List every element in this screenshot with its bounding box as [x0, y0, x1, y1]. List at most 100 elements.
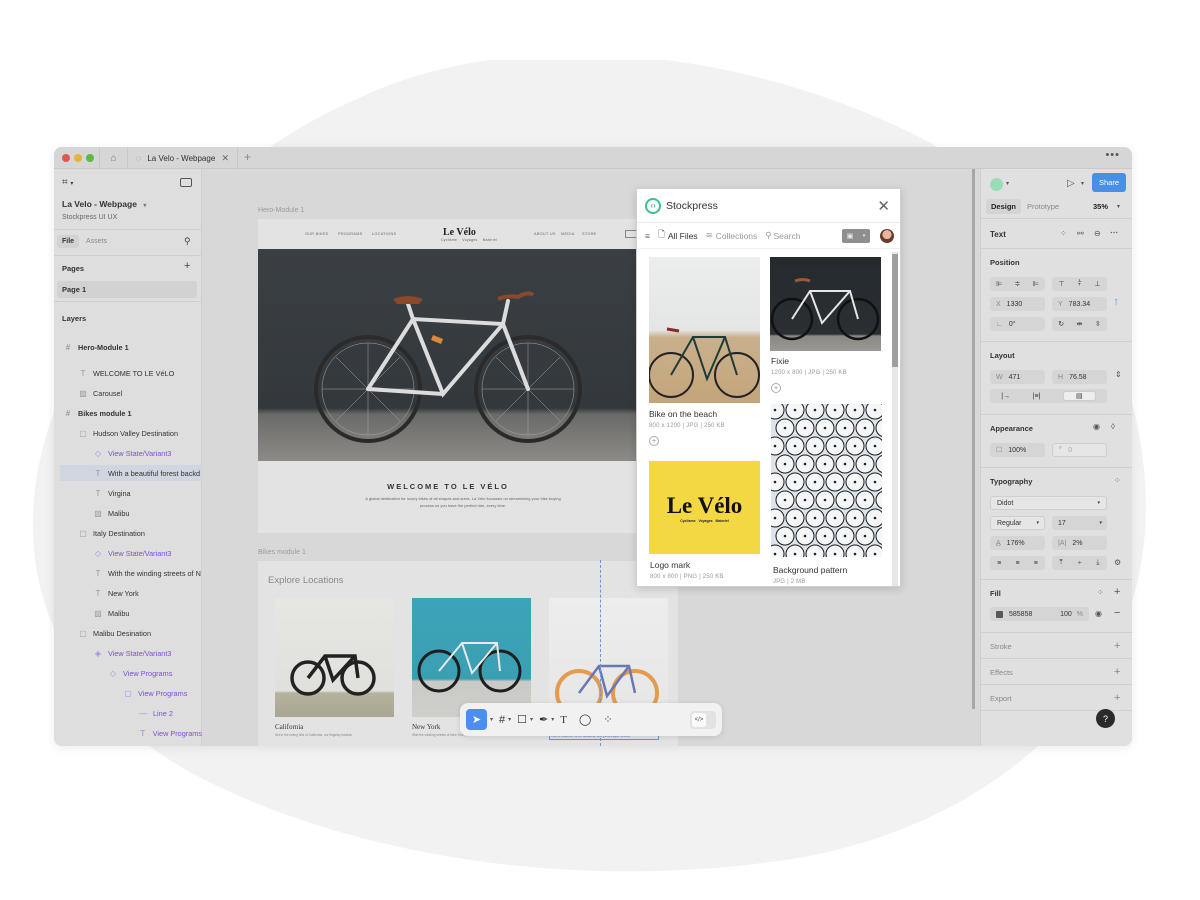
resize-icon[interactable]: ⇕ [1115, 370, 1122, 379]
add-export-icon[interactable]: + [1114, 692, 1120, 704]
flip-vertical-icon[interactable]: ⇳ [1095, 320, 1101, 328]
present-play-icon[interactable]: ▷ [1067, 178, 1075, 189]
layer-item[interactable]: ▨ Malibu [54, 505, 202, 521]
blend-drop-icon[interactable]: ◊ [1111, 422, 1115, 431]
fill-swatch[interactable] [996, 610, 1003, 618]
add-to-canvas-icon[interactable]: + [771, 383, 781, 393]
layer-item[interactable]: T New York [54, 585, 202, 601]
font-size-field[interactable]: 17 ▾ [1052, 516, 1107, 530]
corner-radius-field[interactable]: ⌜ 0 [1052, 443, 1107, 457]
collections-tab[interactable]: ≋ Collections [706, 230, 758, 241]
pen-tool-button[interactable]: ✒ [539, 709, 548, 730]
letter-spacing-field[interactable]: |A| 2% [1052, 536, 1107, 550]
detach-icon[interactable]: ⊖ [1094, 229, 1101, 238]
chevron-down-icon[interactable]: ▾ [490, 716, 493, 723]
height-field[interactable]: H 76.58 [1052, 370, 1107, 384]
save-dropdown-button[interactable]: ▣ ▾ [842, 228, 870, 243]
text-align-center-icon[interactable]: ≡ [1015, 560, 1019, 567]
fixed-size-icon[interactable]: ▤ [1063, 391, 1096, 401]
tab-prototype[interactable]: Prototype [1027, 202, 1059, 211]
horizontal-align-group[interactable]: ⊫ ≑ ⊫ [990, 277, 1045, 291]
font-family-select[interactable]: Didot ▾ [990, 496, 1107, 510]
layer-item[interactable]: ▢ Italy Destination [54, 525, 202, 541]
layer-item[interactable]: ◇ View State/Variant3 [54, 545, 202, 561]
rotate-icon[interactable]: ↻ [1058, 320, 1064, 328]
more-icon[interactable]: ••• [1105, 149, 1120, 161]
y-position-field[interactable]: Y 783.34 [1052, 297, 1107, 311]
width-field[interactable]: W 471 [990, 370, 1045, 384]
layer-item[interactable]: T With the winding streets of N [54, 565, 202, 581]
tab-design[interactable]: Design [986, 199, 1022, 214]
home-tab[interactable]: ⌂ [99, 147, 128, 169]
file-thumbnail[interactable] [649, 257, 760, 403]
chevron-down-icon[interactable]: ▾ [1117, 203, 1120, 210]
actions-tool-button[interactable]: ⁘ [603, 709, 612, 730]
frame-tool-button[interactable]: # [499, 709, 505, 730]
canvas-scrollbar[interactable] [972, 169, 975, 709]
file-name[interactable]: La Velo - Webpage ▾ [62, 199, 146, 209]
type-settings-icon[interactable]: ⚙ [1114, 558, 1121, 567]
chevron-down-icon[interactable]: ▾ [1081, 180, 1084, 187]
add-fill-icon[interactable]: + [1114, 586, 1120, 598]
hero-frame-label[interactable]: Hero-Module 1 [258, 207, 304, 214]
text-align-middle-icon[interactable]: ÷ [1078, 560, 1082, 567]
hero-module-frame[interactable]: OUR BIKES PROGRAMS LOCATIONS ABOUT US ME… [258, 219, 638, 533]
text-align-right-icon[interactable]: ≡ [1034, 560, 1038, 567]
add-effect-icon[interactable]: + [1114, 666, 1120, 678]
x-position-field[interactable]: X 1330 [990, 297, 1045, 311]
align-middle-icon[interactable]: ⫩ [1077, 280, 1081, 288]
move-tool-button[interactable]: ➤ [466, 709, 487, 730]
flip-horizontal-icon[interactable]: ⇹ [1077, 320, 1083, 328]
align-top-icon[interactable]: ⊤ [1058, 280, 1064, 288]
layer-item[interactable]: ▢ View Programs [54, 685, 202, 701]
text-align-left-icon[interactable]: ≡ [997, 560, 1001, 567]
layer-item[interactable]: ◇ View Programs [54, 665, 202, 681]
comment-tool-button[interactable]: ◯ [579, 709, 591, 730]
scrollbar-thumb[interactable] [892, 254, 898, 367]
vertical-align-group[interactable]: ⊤ ⫩ ⊥ [1052, 277, 1107, 291]
new-tab-button[interactable]: + [244, 150, 251, 164]
maximize-window-button[interactable] [86, 154, 94, 162]
fill-color-field[interactable]: 585858 100% [990, 607, 1089, 621]
layer-item[interactable]: ▨ Malibu [54, 605, 202, 621]
constraints-icon[interactable]: ⊺ [1114, 298, 1118, 307]
align-left-icon[interactable]: ⊫ [996, 280, 1002, 288]
search-tab[interactable]: ⚲ Search [765, 230, 800, 241]
align-bottom-icon[interactable]: ⊥ [1094, 280, 1100, 288]
all-files-tab[interactable]: 🗋 All Files [658, 229, 698, 243]
close-icon[interactable]: ✕ [877, 197, 890, 215]
add-stroke-icon[interactable]: + [1114, 640, 1120, 652]
auto-width-icon[interactable]: |→ [1001, 393, 1010, 400]
align-right-icon[interactable]: ⊫ [1033, 280, 1039, 288]
eye-icon[interactable]: ◉ [1093, 422, 1100, 431]
dev-mode-toggle[interactable]: </> [690, 710, 716, 729]
toggle-sidebar-icon[interactable] [180, 178, 192, 187]
text-resize-group[interactable]: |→ |≡| ▤ [990, 389, 1107, 403]
layer-item[interactable]: ▢ Hudson Valley Destination [54, 425, 202, 441]
layer-item[interactable]: ▢ Malibu Desination [54, 625, 202, 641]
text-styles-icon[interactable]: ⁘ [1114, 476, 1121, 485]
text-align-group[interactable]: ≡ ≡ ≡ [990, 556, 1045, 570]
layer-item[interactable]: T Virgina [54, 485, 202, 501]
eye-icon[interactable]: ◉ [1095, 609, 1102, 618]
layer-item[interactable]: # Bikes module 1 [54, 405, 202, 421]
main-menu-button[interactable]: ⌗ ▾ [62, 177, 73, 188]
file-thumbnail[interactable] [771, 404, 882, 557]
chevron-down-icon[interactable]: ▾ [551, 716, 554, 723]
vertical-text-align-group[interactable]: ⤒ ÷ ⤓ [1052, 556, 1107, 570]
shape-tool-button[interactable]: ☐ [517, 709, 527, 730]
close-window-button[interactable] [62, 154, 70, 162]
text-tool-button[interactable]: T [560, 709, 567, 730]
file-thumbnail[interactable] [770, 257, 881, 351]
layer-item[interactable]: — Line 2 [54, 705, 202, 721]
align-center-h-icon[interactable]: ≑ [1015, 280, 1021, 288]
zoom-level[interactable]: 35% [1093, 202, 1108, 211]
remove-fill-icon[interactable]: − [1114, 607, 1120, 619]
layer-item[interactable]: ▨ Carousel [54, 385, 202, 401]
layer-item[interactable]: # Hero-Module 1 [54, 339, 202, 355]
file-thumbnail[interactable]: Le Vélo Cyclisme Voyages Materiel [649, 461, 760, 554]
bikes-frame-label[interactable]: Bikes module 1 [258, 549, 306, 556]
share-button[interactable]: Share [1092, 173, 1126, 192]
modal-scrollbar[interactable] [892, 252, 898, 586]
rotation-field[interactable]: ∟ 0° [990, 317, 1045, 331]
